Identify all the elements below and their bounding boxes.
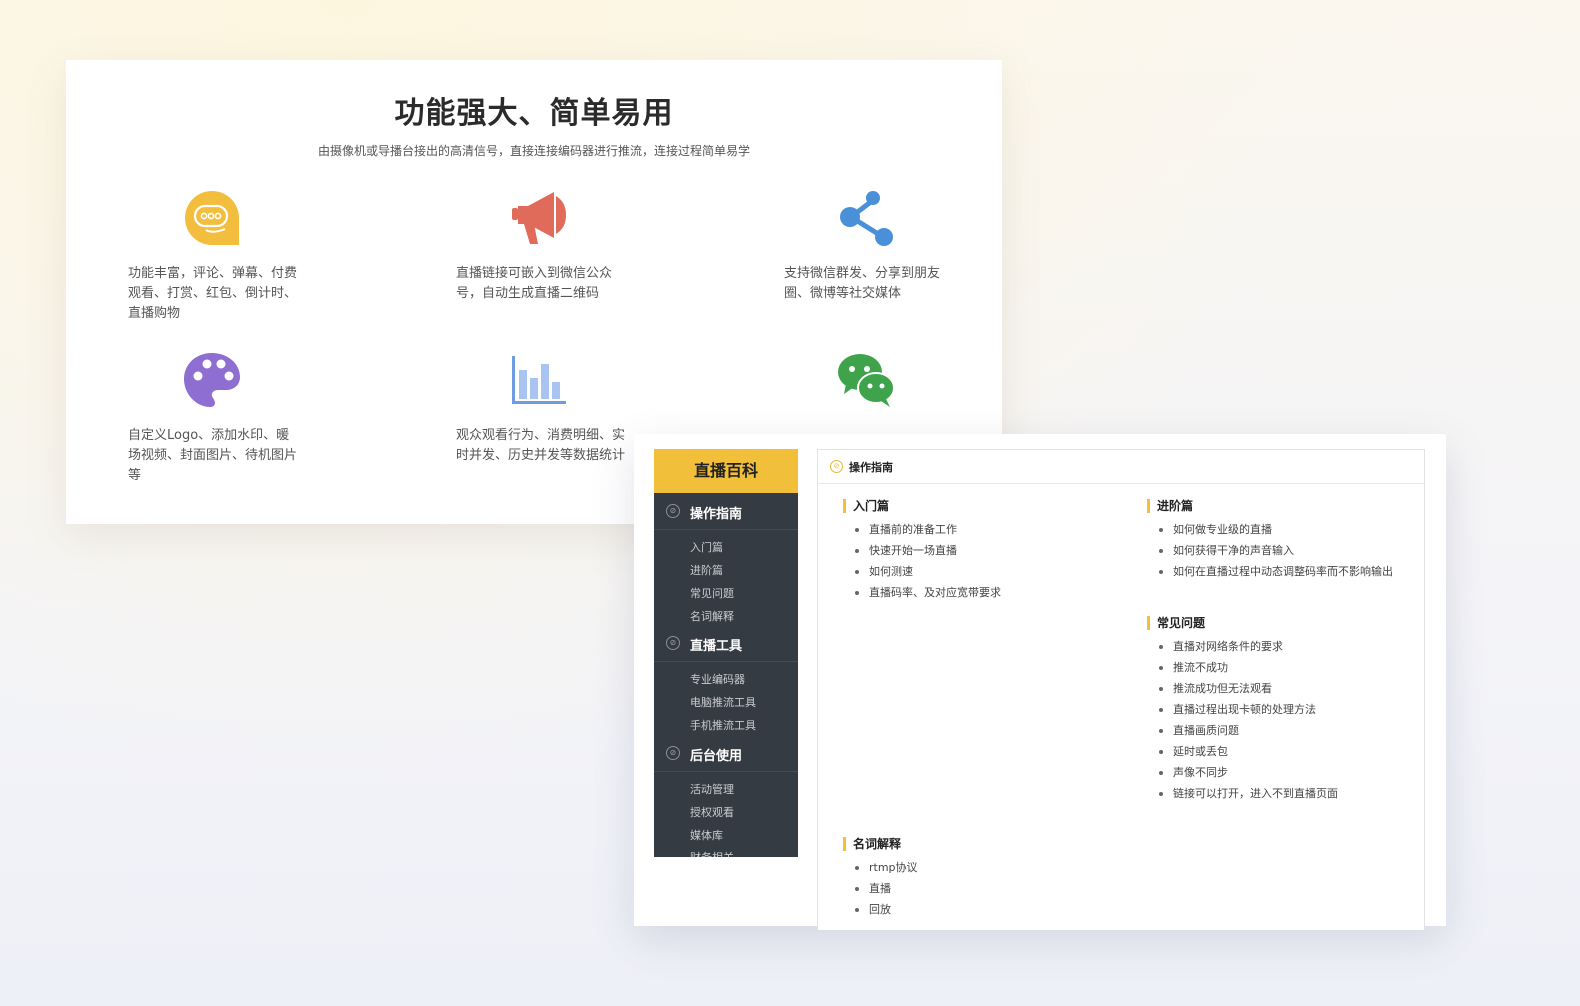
wiki-main-header: ⊘ 操作指南 — [818, 450, 1424, 484]
feature-text: 观众观看行为、消费明细、实时并发、历史并发等数据统计 — [456, 428, 626, 463]
wiki-main: ⊘ 操作指南 入门篇 直播前的准备工作 快速开始一场直播 如何测速 直播码率、及… — [817, 449, 1425, 930]
section-icon: ⊘ — [666, 746, 680, 760]
wiki-card: 直播百科 ⊘ 操作指南 入门篇 进阶篇 常见问题 名词解释 ⊘ 直播工具 专业编… — [634, 434, 1446, 930]
sidebar-item-auth[interactable]: 授权观看 — [690, 804, 734, 820]
group-title: 进阶篇 — [1147, 498, 1417, 514]
sidebar-item-advanced[interactable]: 进阶篇 — [690, 562, 723, 578]
palette-icon — [182, 350, 242, 410]
group-intro: 入门篇 直播前的准备工作 快速开始一场直播 如何测速 直播码率、及对应宽带要求 — [843, 498, 1123, 607]
sidebar-item-encoder[interactable]: 专业编码器 — [690, 671, 745, 687]
features-subtitle: 由摄像机或导播台接出的高清信号，直接连接编码器进行推流，连接过程简单易学 — [317, 144, 750, 158]
sidebar-section-label: 直播工具 — [690, 639, 743, 654]
megaphone-icon — [508, 188, 568, 248]
list-item[interactable]: 如何在直播过程中动态调整码率而不影响输出 — [1147, 565, 1417, 586]
list-item[interactable]: 推流不成功 — [1147, 661, 1417, 682]
section-icon: ⊘ — [666, 636, 680, 650]
sidebar-item-pc-tool[interactable]: 电脑推流工具 — [690, 694, 756, 710]
list-item[interactable]: 如何获得干净的声音输入 — [1147, 544, 1417, 565]
feature-text: 支持微信群发、分享到朋友圈、微博等社交媒体 — [784, 266, 941, 301]
feature-text: 自定义Logo、添加水印、暖场视频、封面图片、待机图片等 — [128, 428, 298, 483]
list-item[interactable]: 回放 — [843, 903, 1123, 924]
sidebar-section-tools[interactable]: ⊘ 直播工具 — [654, 625, 798, 662]
wechat-icon — [836, 350, 896, 410]
feature-text: 功能丰富，评论、弹幕、付费观看、打赏、红包、倒计时、直播购物 — [128, 266, 298, 321]
chat-bubble-icon — [182, 188, 242, 248]
wiki-main-title: 操作指南 — [849, 461, 893, 474]
bar-chart-icon — [508, 350, 568, 410]
list-item[interactable]: 直播对网络条件的要求 — [1147, 640, 1417, 661]
sidebar-item-mobile-tool[interactable]: 手机推流工具 — [690, 717, 756, 733]
sidebar-item-finance[interactable]: 财务相关 — [690, 849, 734, 857]
sidebar-item-activity[interactable]: 活动管理 — [690, 781, 734, 797]
wiki-sidebar-header[interactable]: 直播百科 — [654, 449, 798, 493]
list-item[interactable]: 链接可以打开，进入不到直播页面 — [1147, 787, 1417, 808]
list-item[interactable]: 直播前的准备工作 — [843, 523, 1123, 544]
group-title: 名词解释 — [843, 836, 1123, 852]
list-item[interactable]: 推流成功但无法观看 — [1147, 682, 1417, 703]
section-icon: ⊘ — [666, 504, 680, 518]
share-icon — [836, 188, 896, 248]
wiki-sidebar: 直播百科 ⊘ 操作指南 入门篇 进阶篇 常见问题 名词解释 ⊘ 直播工具 专业编… — [654, 449, 798, 857]
features-title: 功能强大、简单易用 — [394, 96, 674, 131]
group-advanced: 进阶篇 如何做专业级的直播 如何获得干净的声音输入 如何在直播过程中动态调整码率… — [1147, 498, 1417, 586]
list-item[interactable]: 直播过程出现卡顿的处理方法 — [1147, 703, 1417, 724]
list-item[interactable]: 快速开始一场直播 — [843, 544, 1123, 565]
sidebar-section-guide[interactable]: ⊘ 操作指南 — [654, 493, 798, 530]
sidebar-section-backend[interactable]: ⊘ 后台使用 — [654, 735, 798, 772]
list-item[interactable]: 如何做专业级的直播 — [1147, 523, 1417, 544]
sidebar-item-glossary[interactable]: 名词解释 — [690, 608, 734, 624]
group-title: 入门篇 — [843, 498, 1123, 514]
sidebar-item-media[interactable]: 媒体库 — [690, 827, 723, 843]
sidebar-item-intro[interactable]: 入门篇 — [690, 539, 723, 555]
list-item[interactable]: 直播码率、及对应宽带要求 — [843, 586, 1123, 607]
guide-icon: ⊘ — [830, 460, 843, 473]
group-title: 常见问题 — [1147, 615, 1417, 631]
sidebar-item-faq[interactable]: 常见问题 — [690, 585, 734, 601]
sidebar-section-label: 后台使用 — [690, 749, 743, 764]
list-item[interactable]: 直播画质问题 — [1147, 724, 1417, 745]
list-item[interactable]: 如何测速 — [843, 565, 1123, 586]
list-item[interactable]: 直播 — [843, 882, 1123, 903]
list-item[interactable]: rtmp协议 — [843, 861, 1123, 882]
feature-text: 直播链接可嵌入到微信公众号，自动生成直播二维码 — [456, 266, 613, 301]
group-glossary: 名词解释 rtmp协议 直播 回放 — [843, 836, 1123, 924]
sidebar-section-label: 操作指南 — [690, 507, 743, 522]
list-item[interactable]: 延时或丢包 — [1147, 745, 1417, 766]
list-item[interactable]: 声像不同步 — [1147, 766, 1417, 787]
group-faq: 常见问题 直播对网络条件的要求 推流不成功 推流成功但无法观看 直播过程出现卡顿… — [1147, 615, 1417, 808]
